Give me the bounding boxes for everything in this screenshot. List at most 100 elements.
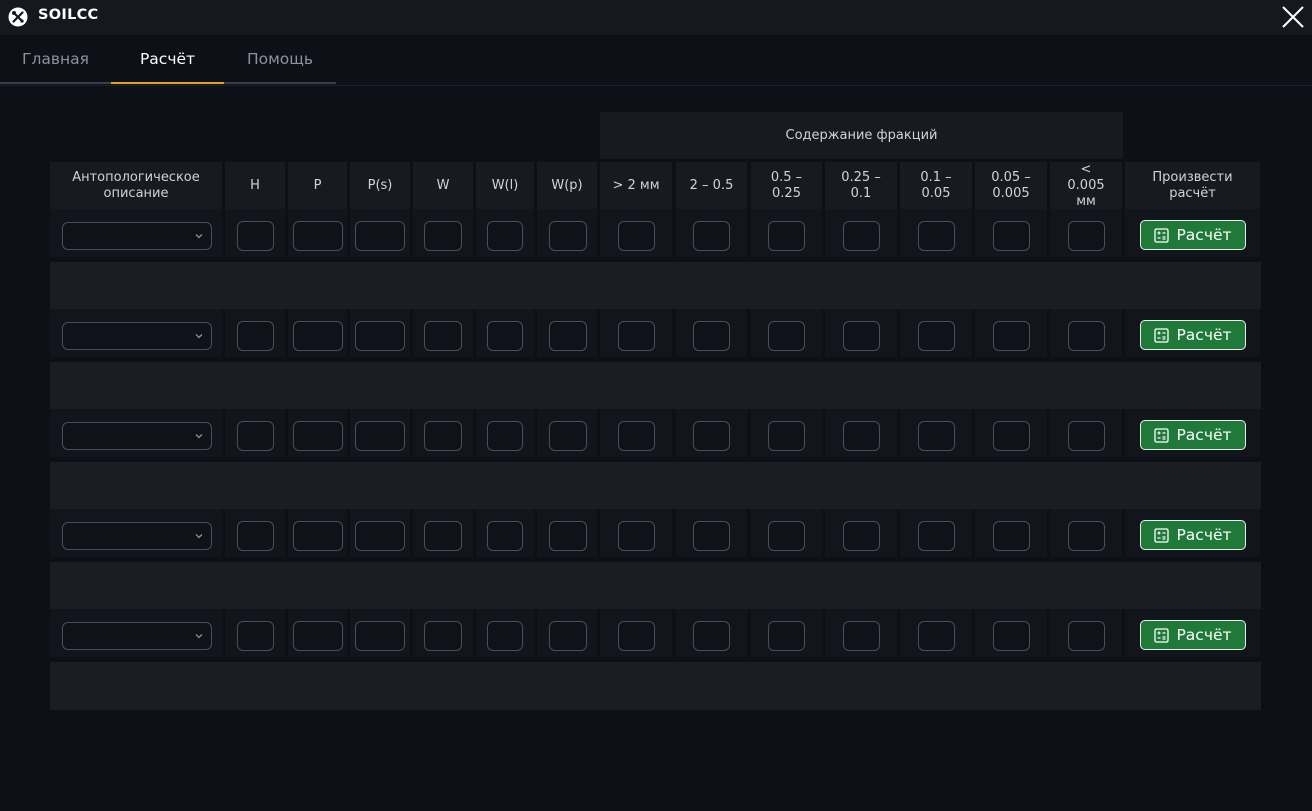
- value-input[interactable]: [293, 221, 343, 251]
- calculator-icon: [1154, 527, 1170, 543]
- value-input[interactable]: [993, 321, 1030, 351]
- value-input[interactable]: [843, 421, 880, 451]
- tab-help[interactable]: Помощь: [224, 35, 336, 84]
- value-input[interactable]: [355, 421, 405, 451]
- value-input[interactable]: [768, 321, 805, 351]
- value-input[interactable]: [918, 421, 955, 451]
- value-input[interactable]: [768, 221, 805, 251]
- value-input[interactable]: [843, 221, 880, 251]
- column-header: Произвести расчёт: [1125, 162, 1260, 209]
- value-input[interactable]: [768, 521, 805, 551]
- column-header: 2 – 0.5: [676, 162, 747, 209]
- value-input[interactable]: [843, 621, 880, 651]
- value-input[interactable]: [293, 521, 343, 551]
- calculator-icon: [1154, 327, 1170, 343]
- calculator-icon: [1154, 227, 1170, 243]
- value-input[interactable]: [237, 421, 274, 451]
- value-input[interactable]: [618, 421, 655, 451]
- value-input[interactable]: [424, 621, 462, 651]
- column-header: > 2 мм: [600, 162, 672, 209]
- value-input[interactable]: [487, 421, 523, 451]
- tab-label: Помощь: [246, 49, 314, 68]
- chevron-down-icon: [195, 534, 203, 539]
- calculate-button[interactable]: Расчёт: [1140, 220, 1246, 250]
- value-input[interactable]: [237, 221, 274, 251]
- tools-icon: [8, 7, 28, 27]
- value-input[interactable]: [993, 221, 1030, 251]
- value-input[interactable]: [843, 321, 880, 351]
- value-input[interactable]: [293, 321, 343, 351]
- calculate-button-label: Расчёт: [1176, 526, 1232, 544]
- tab-label: Расчёт: [139, 49, 196, 68]
- calculator-icon: [1154, 427, 1170, 443]
- value-input[interactable]: [293, 421, 343, 451]
- description-select[interactable]: [62, 222, 212, 250]
- app-title: SOILCC: [38, 7, 99, 23]
- description-select[interactable]: [62, 422, 212, 450]
- value-input[interactable]: [424, 321, 462, 351]
- value-input[interactable]: [1068, 321, 1105, 351]
- value-input[interactable]: [355, 321, 405, 351]
- column-header: W: [413, 162, 473, 209]
- value-input[interactable]: [918, 321, 955, 351]
- value-input[interactable]: [993, 521, 1030, 551]
- value-input[interactable]: [618, 321, 655, 351]
- value-input[interactable]: [1068, 521, 1105, 551]
- calculate-button[interactable]: Расчёт: [1140, 420, 1246, 450]
- value-input[interactable]: [993, 621, 1030, 651]
- value-input[interactable]: [293, 621, 343, 651]
- calculate-button[interactable]: Расчёт: [1140, 320, 1246, 350]
- chevron-down-icon: [195, 434, 203, 439]
- value-input[interactable]: [237, 321, 274, 351]
- value-input[interactable]: [918, 521, 955, 551]
- value-input[interactable]: [693, 621, 730, 651]
- value-input[interactable]: [355, 621, 405, 651]
- value-input[interactable]: [693, 221, 730, 251]
- close-icon[interactable]: [1280, 4, 1306, 30]
- description-select[interactable]: [62, 522, 212, 550]
- tab-calculation[interactable]: Расчёт: [111, 35, 224, 84]
- value-input[interactable]: [487, 521, 523, 551]
- column-header: 0.5 – 0.25: [751, 162, 822, 209]
- value-input[interactable]: [1068, 421, 1105, 451]
- chevron-down-icon: [195, 634, 203, 639]
- value-input[interactable]: [843, 521, 880, 551]
- tab-home[interactable]: Главная: [0, 35, 111, 84]
- value-input[interactable]: [768, 621, 805, 651]
- calculate-button[interactable]: Расчёт: [1140, 620, 1246, 650]
- value-input[interactable]: [618, 221, 655, 251]
- column-header: P(s): [350, 162, 410, 209]
- value-input[interactable]: [237, 521, 274, 551]
- value-input[interactable]: [424, 521, 462, 551]
- value-input[interactable]: [618, 621, 655, 651]
- value-input[interactable]: [993, 421, 1030, 451]
- value-input[interactable]: [355, 221, 405, 251]
- value-input[interactable]: [1068, 221, 1105, 251]
- value-input[interactable]: [618, 521, 655, 551]
- value-input[interactable]: [1068, 621, 1105, 651]
- value-input[interactable]: [487, 621, 523, 651]
- description-select[interactable]: [62, 622, 212, 650]
- value-input[interactable]: [693, 521, 730, 551]
- value-input[interactable]: [487, 221, 523, 251]
- value-input[interactable]: [549, 221, 587, 251]
- value-input[interactable]: [237, 621, 274, 651]
- calculate-button[interactable]: Расчёт: [1140, 520, 1246, 550]
- calculate-button-label: Расчёт: [1176, 626, 1232, 644]
- value-input[interactable]: [549, 321, 587, 351]
- value-input[interactable]: [918, 621, 955, 651]
- value-input[interactable]: [549, 521, 587, 551]
- value-input[interactable]: [918, 221, 955, 251]
- calculate-button-label: Расчёт: [1176, 226, 1232, 244]
- value-input[interactable]: [549, 421, 587, 451]
- value-input[interactable]: [487, 321, 523, 351]
- value-input[interactable]: [768, 421, 805, 451]
- value-input[interactable]: [424, 221, 462, 251]
- value-input[interactable]: [693, 321, 730, 351]
- column-header: Антопологическое описание: [50, 162, 222, 209]
- description-select[interactable]: [62, 322, 212, 350]
- value-input[interactable]: [424, 421, 462, 451]
- value-input[interactable]: [549, 621, 587, 651]
- value-input[interactable]: [355, 521, 405, 551]
- value-input[interactable]: [693, 421, 730, 451]
